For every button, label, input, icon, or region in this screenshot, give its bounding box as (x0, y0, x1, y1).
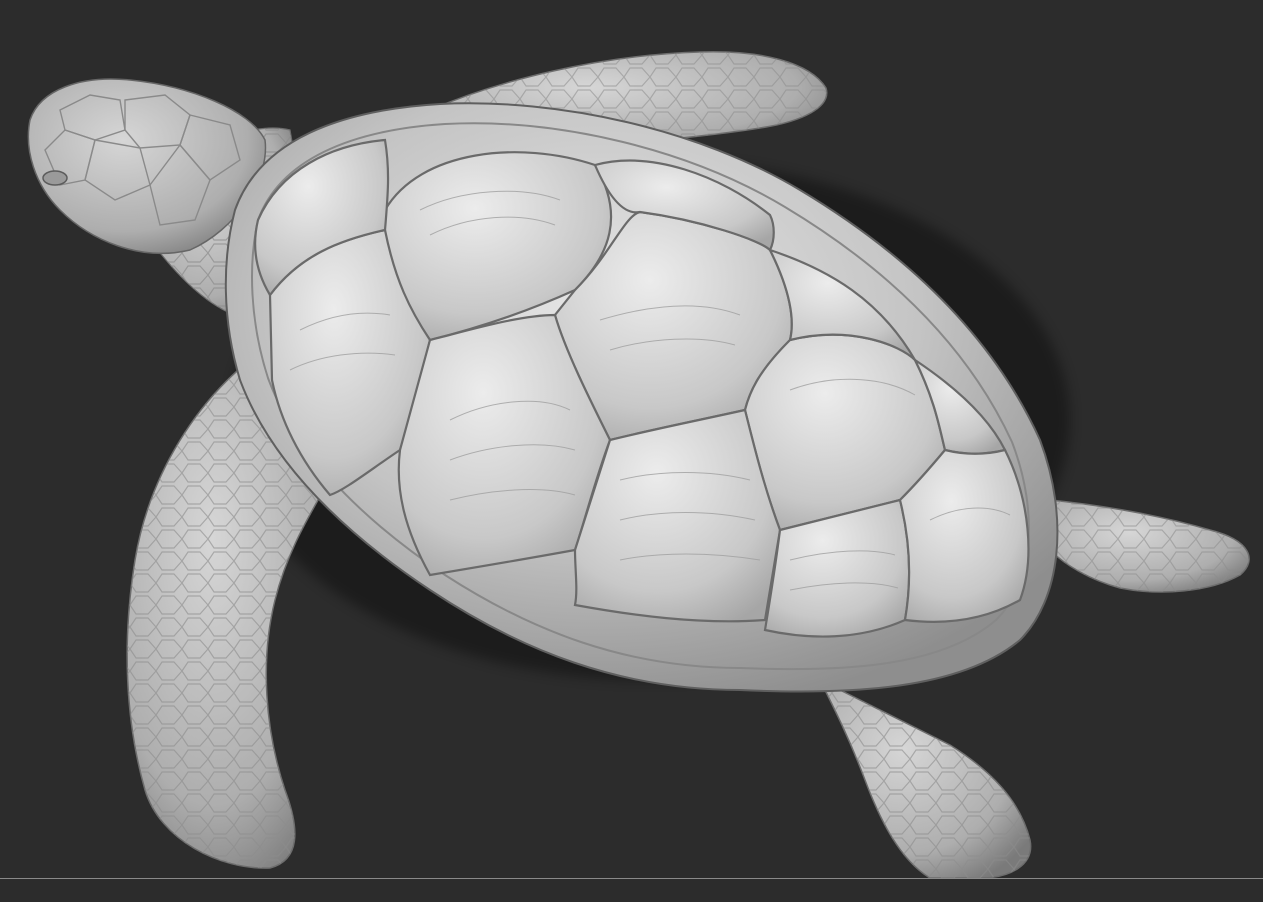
turtle-eye (42, 170, 68, 186)
sea-turtle-model[interactable] (0, 0, 1263, 878)
bottom-toolbar-strip (0, 879, 1263, 902)
3d-viewport[interactable] (0, 0, 1263, 878)
